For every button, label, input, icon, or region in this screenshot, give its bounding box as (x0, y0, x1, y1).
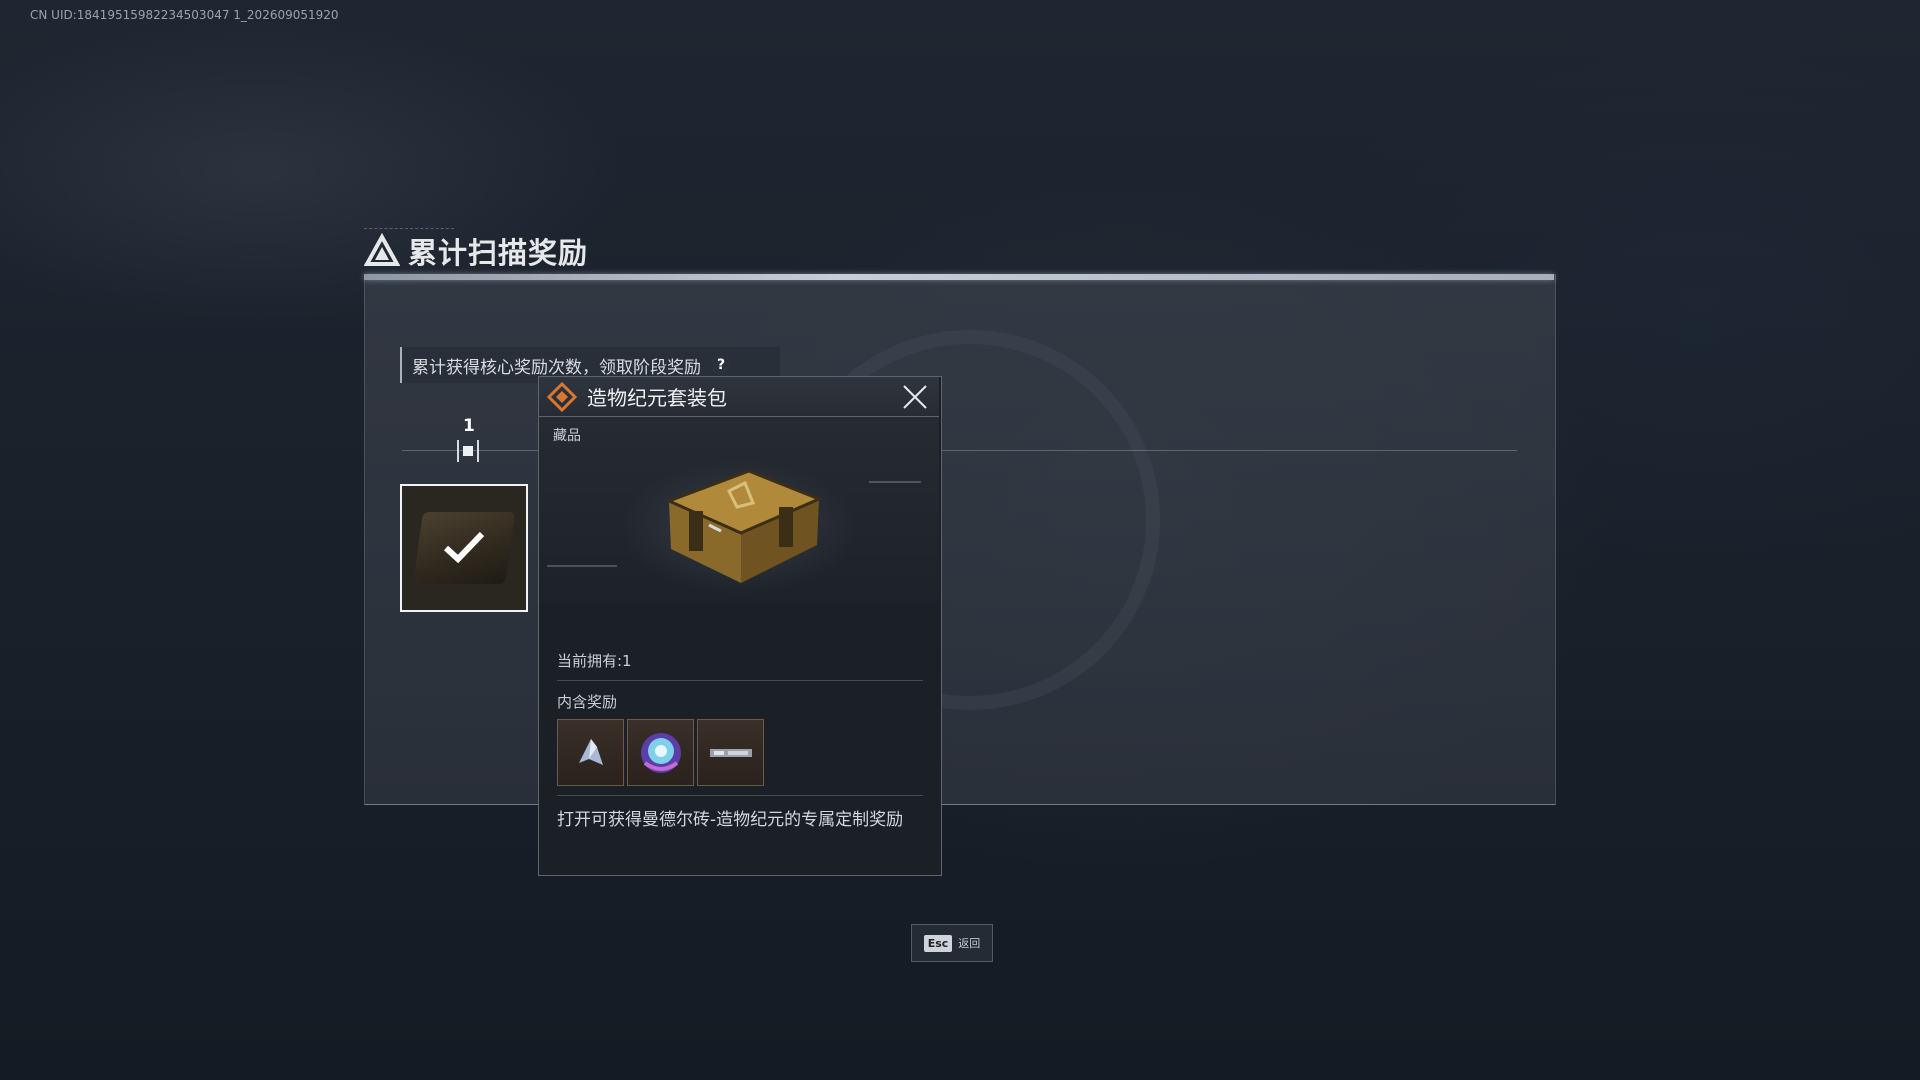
page-header: 累计扫描奖励 (364, 230, 588, 272)
contains-label: 内含奖励 (557, 693, 618, 711)
collection-item-icon (547, 381, 577, 412)
back-button[interactable]: Esc 返回 (911, 924, 993, 962)
close-icon[interactable] (901, 383, 929, 411)
divider (557, 680, 923, 681)
esc-key-badge: Esc (923, 934, 953, 952)
reward-slots (557, 719, 764, 786)
owned-count: 当前拥有:1 (557, 652, 632, 670)
divider (557, 795, 923, 796)
item-description: 打开可获得曼德尔砖-造物纪元的专属定制奖励 (557, 810, 904, 830)
stage-reward-card[interactable] (400, 484, 528, 612)
help-icon[interactable]: ? (711, 355, 731, 375)
item-detail-popup: 造物纪元套装包 藏品 当前拥有:1 内含奖励 打开可获得曼德尔砖-造物纪元的专属… (538, 376, 942, 876)
checkmark-icon (443, 531, 485, 564)
hint-text: 累计获得核心奖励次数，领取阶段奖励 (412, 357, 701, 378)
item-preview (539, 417, 939, 605)
popup-title: 造物纪元套装包 (587, 386, 727, 410)
popup-header: 造物纪元套装包 (539, 377, 939, 417)
stage-marker (457, 440, 479, 462)
crystal-shard-icon (578, 738, 603, 765)
reward-slot[interactable] (627, 719, 694, 786)
emblem-orb-icon (640, 732, 681, 773)
nameplate-banner-icon (709, 748, 752, 757)
chest-icon (665, 469, 823, 583)
panel-top-bar (364, 274, 1554, 280)
back-label: 返回 (958, 937, 981, 950)
reward-slot[interactable] (697, 719, 764, 786)
page-title: 累计扫描奖励 (408, 236, 589, 270)
triangle-logo-icon (364, 233, 400, 266)
uid-label: CN UID:18419515982234503047 1_2026090519… (30, 8, 339, 22)
reward-slot[interactable] (557, 719, 624, 786)
item-category: 藏品 (553, 428, 581, 444)
stage-number: 1 (463, 416, 475, 436)
